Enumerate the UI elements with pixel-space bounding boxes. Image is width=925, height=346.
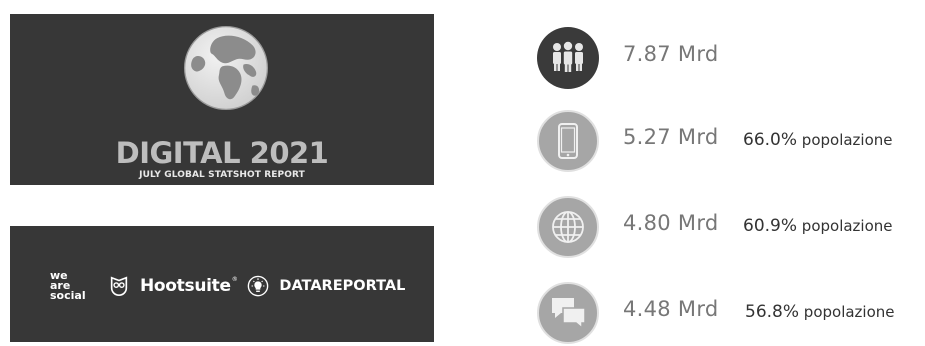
owl-icon [110, 276, 128, 296]
stat-row-social: 4.48 Mrd 56.8% popolazione [537, 282, 925, 346]
report-subtitle: JULY GLOBAL STATSHOT REPORT [139, 170, 305, 180]
partner-banner: we are social Hootsuite® DATAREPORTAL [10, 226, 434, 342]
stat-percent: 66.0% popolazione [743, 130, 893, 150]
world-globe-icon [183, 25, 269, 111]
stat-value: 5.27 Mrd [623, 125, 719, 149]
lightbulb-icon [248, 275, 269, 297]
stat-row-mobile: 5.27 Mrd 66.0% popolazione [537, 110, 925, 174]
partner-logos: we are social Hootsuite® DATAREPORTAL [50, 266, 405, 306]
stat-row-internet: 4.80 Mrd 60.9% popolazione [537, 196, 925, 260]
report-banner: DIGITAL 2021 JULY GLOBAL STATSHOT REPORT [10, 14, 434, 185]
globe-icon [537, 196, 599, 258]
stat-percent: 60.9% popolazione [743, 216, 893, 236]
stat-value: 4.80 Mrd [623, 211, 719, 235]
datareportal-logo: DATAREPORTAL [279, 278, 406, 294]
report-title: DIGITAL 2021 [115, 136, 329, 170]
chat-bubbles-icon [537, 282, 599, 344]
stat-value: 7.87 Mrd [623, 42, 719, 66]
stat-row-population: 7.87 Mrd [537, 27, 925, 91]
we-are-social-logo: we are social [50, 269, 86, 302]
hootsuite-logo: Hootsuite® [140, 276, 238, 296]
stat-percent: 56.8% popolazione [745, 302, 895, 322]
mobile-phone-icon [537, 110, 599, 172]
people-icon [537, 27, 599, 89]
stat-value: 4.48 Mrd [623, 297, 719, 321]
